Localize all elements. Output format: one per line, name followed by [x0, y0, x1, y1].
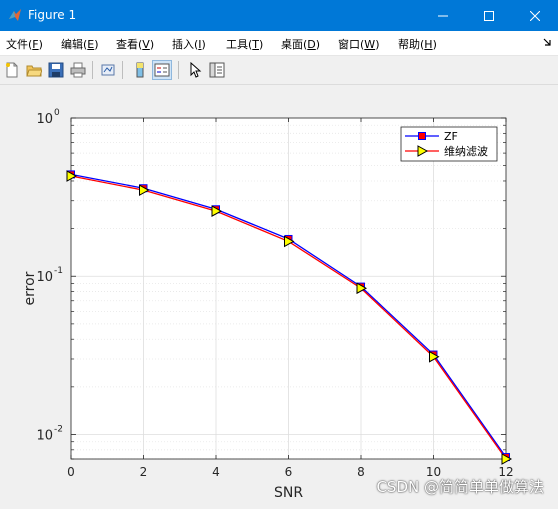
- close-button[interactable]: [512, 0, 558, 31]
- minimize-icon: [438, 15, 448, 16]
- minimize-button[interactable]: [420, 0, 466, 31]
- y-tick-exponent: 0: [54, 108, 60, 118]
- toolbar: [0, 56, 558, 85]
- x-tick-label: 4: [212, 465, 220, 479]
- y-tick-exponent: -2: [54, 424, 63, 434]
- colorbar-icon[interactable]: [130, 60, 150, 80]
- matlab-icon: [9, 9, 21, 21]
- pointer-icon[interactable]: [185, 60, 205, 80]
- y-axis-label: error: [22, 271, 38, 305]
- window-title: Figure 1: [28, 8, 77, 22]
- menu-view[interactable]: 查看(V): [116, 36, 154, 52]
- x-axis-label: SNR: [274, 485, 303, 501]
- x-tick-label: 8: [357, 465, 365, 479]
- legend-label-0: ZF: [444, 130, 458, 143]
- figure-canvas: 0 2 4 6 8 10 12 10 0 10 -1 10 -2 SNR error ZF 维纳滤波: [0, 85, 558, 505]
- legend-marker-0[interactable]: [418, 132, 426, 140]
- legend-icon[interactable]: [152, 60, 172, 80]
- title-bar: Figure 1: [0, 0, 558, 31]
- plot-svg: 0 2 4 6 8 10 1210 010 -110 -2SNRerrorZF维纳滤波: [22, 108, 514, 501]
- toolbar-separator: [92, 61, 93, 79]
- menu-window[interactable]: 窗口(W): [338, 36, 379, 52]
- y-tick-exponent: -1: [54, 266, 63, 276]
- toolbar-separator: [122, 61, 123, 79]
- menu-file[interactable]: 文件(F): [6, 36, 43, 52]
- legend-label-1: 维纳滤波: [444, 145, 488, 158]
- maximize-icon: [484, 10, 494, 21]
- property-inspector-icon[interactable]: [207, 60, 227, 80]
- y-tick-label: 10: [36, 428, 53, 443]
- y-tick-label: 10: [36, 112, 53, 127]
- x-tick-label: 6: [285, 465, 293, 479]
- watermark: CSDN @简简单单做算法: [376, 478, 544, 496]
- menu-bar: 文件(F) 编辑(E) 查看(V) 插入(I) 工具(T) 桌面(D) 窗口(W…: [0, 31, 558, 56]
- x-tick-label: 2: [140, 465, 148, 479]
- menu-desktop[interactable]: 桌面(D): [281, 36, 320, 52]
- menu-help[interactable]: 帮助(H): [398, 36, 437, 52]
- print-icon[interactable]: [68, 60, 88, 80]
- link-plot-icon[interactable]: [98, 60, 118, 80]
- close-icon: [530, 10, 540, 21]
- open-file-icon[interactable]: [24, 60, 44, 80]
- maximize-button[interactable]: [466, 0, 512, 31]
- x-tick-label: 0: [67, 465, 75, 479]
- toolbar-separator: [178, 61, 179, 79]
- new-figure-icon[interactable]: [2, 60, 22, 80]
- menu-tools[interactable]: 工具(T): [226, 36, 263, 52]
- y-tick-label: 10: [36, 270, 53, 285]
- menu-insert[interactable]: 插入(I): [172, 36, 206, 52]
- menu-edit[interactable]: 编辑(E): [61, 36, 99, 52]
- save-icon[interactable]: [46, 60, 66, 80]
- dock-arrow-icon[interactable]: [542, 37, 552, 47]
